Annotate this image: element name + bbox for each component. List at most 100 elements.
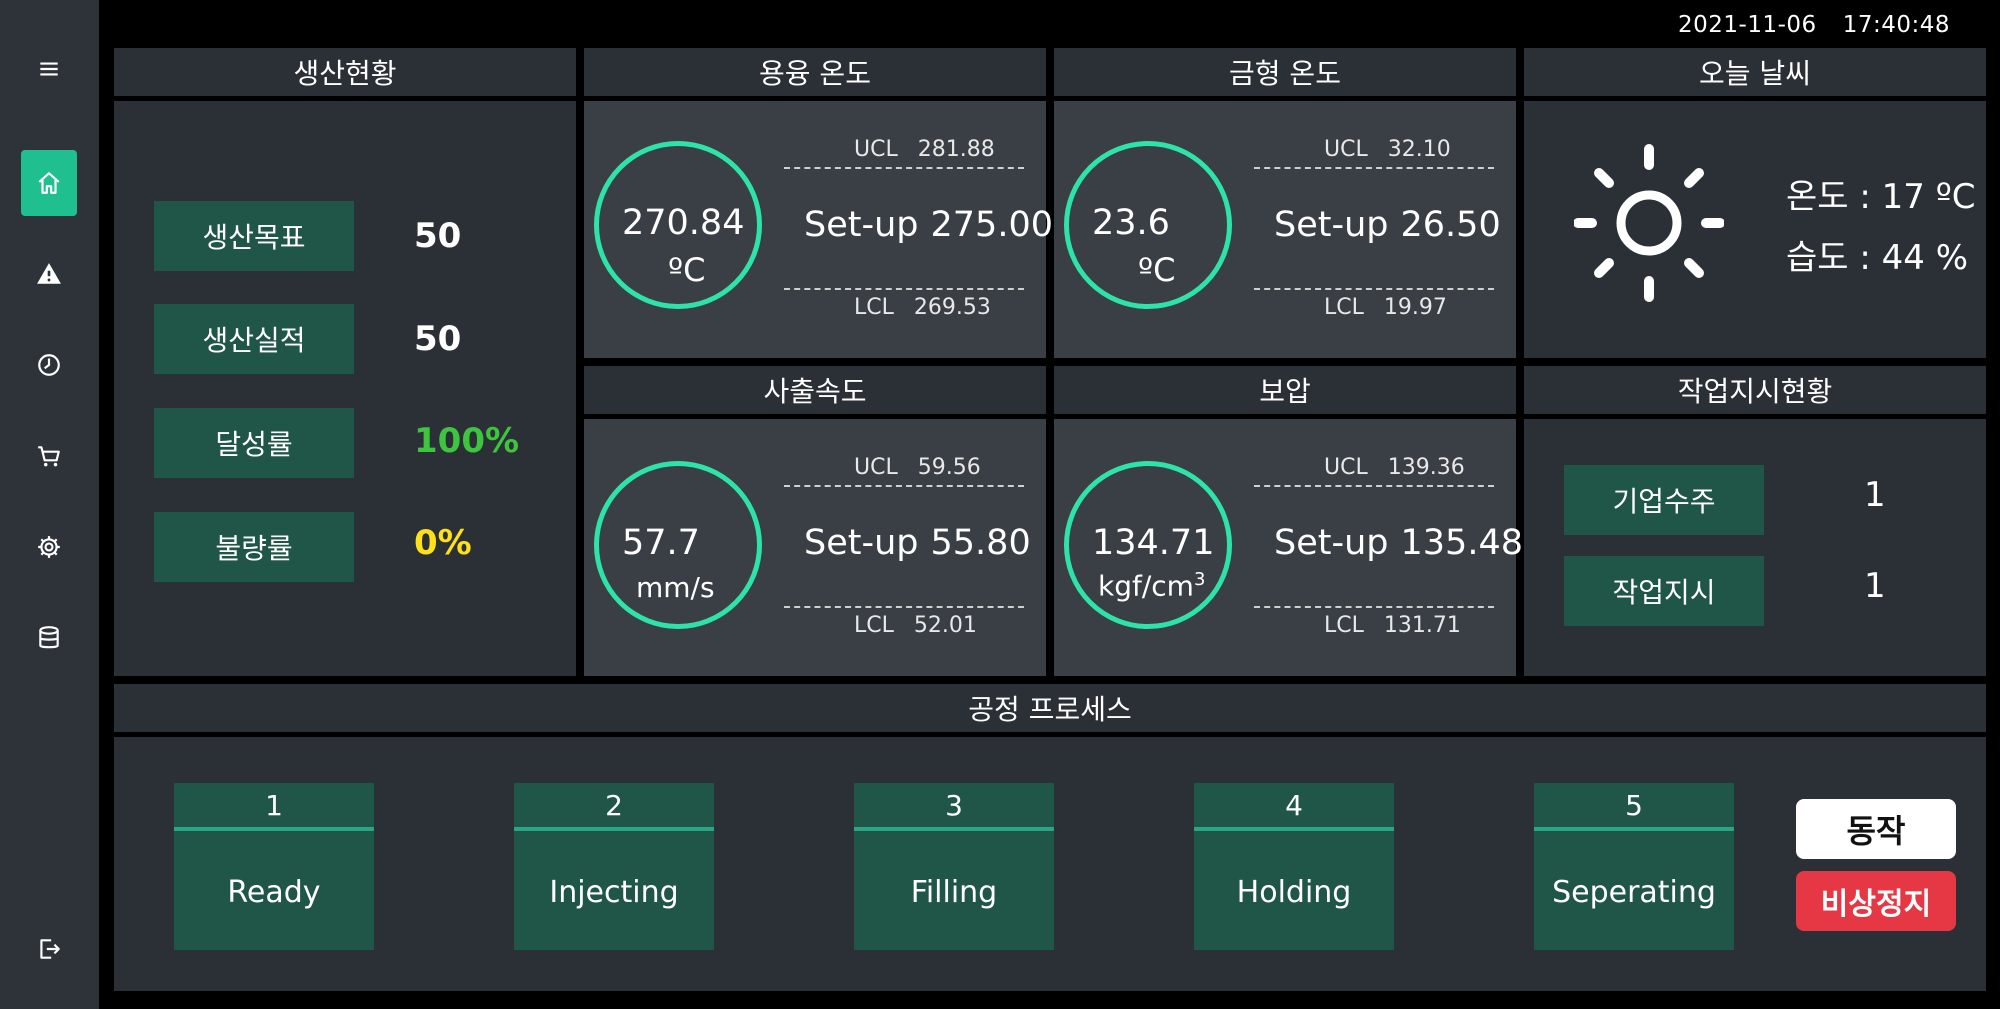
step-number: 2: [514, 783, 714, 831]
ucl-value: 59.56: [917, 455, 981, 480]
setup-value: 135.48: [1400, 523, 1523, 563]
menu-button[interactable]: [21, 36, 77, 102]
logout-icon: [40, 939, 60, 959]
step-number: 3: [854, 783, 1054, 831]
ucl-value: 32.10: [1387, 137, 1451, 162]
setup-label: Set-up: [1274, 205, 1389, 245]
setup-value: 275.00: [930, 205, 1053, 245]
nav-history[interactable]: [21, 332, 77, 398]
datetime: 2021-11-06 17:40:48: [1678, 12, 1950, 38]
logout-button[interactable]: [21, 916, 77, 982]
injection-speed-lcl: LCL 52.01: [854, 613, 977, 638]
mold-temp-panel: 23.6 ºC UCL 32.10 Set-up 26.50 LCL 19.97: [1054, 101, 1516, 358]
lcl-label: LCL: [1324, 613, 1364, 638]
process-title: 공정 프로세스: [114, 684, 1986, 732]
database-icon: [39, 626, 59, 649]
nav-settings[interactable]: [21, 514, 77, 580]
injection-speed-panel: 57.7 mm/s UCL 59.56 Set-up 55.80 LCL 52.01: [584, 419, 1046, 676]
ucl-value: 281.88: [917, 137, 995, 162]
holding-pressure-ucl: UCL 139.36: [1324, 455, 1465, 480]
production-panel: 생산목표 50 생산실적 50 달성률 100% 불량률 0%: [114, 101, 576, 676]
step-number: 1: [174, 783, 374, 831]
ucl-divider: [784, 167, 1024, 169]
unit-base: kgf/cm: [1098, 569, 1194, 603]
actual-value: 50: [414, 319, 462, 359]
run-button[interactable]: 동작: [1796, 799, 1956, 859]
melt-temp-lcl: LCL 269.53: [854, 295, 991, 320]
lcl-label: LCL: [854, 295, 894, 320]
holding-pressure-unit: kgf/cm3: [1098, 569, 1205, 602]
sidebar: [0, 0, 99, 1009]
step-label: Seperating: [1552, 875, 1716, 910]
lcl-value: 131.71: [1383, 613, 1461, 638]
cart-icon: [38, 446, 60, 467]
mold-temp-unit: ºC: [1138, 251, 1176, 289]
actual-label: 생산실적: [154, 304, 354, 374]
nav-home[interactable]: [21, 150, 77, 216]
weather-temperature: 온도 : 17 ºC: [1786, 177, 1976, 217]
nav-alerts[interactable]: [21, 241, 77, 307]
ucl-divider: [1254, 485, 1494, 487]
mold-temp-lcl: LCL 19.97: [1324, 295, 1447, 320]
injection-speed-value: 57.7: [622, 523, 700, 563]
ucl-label: UCL: [1324, 455, 1368, 480]
step-label: Injecting: [549, 875, 679, 910]
lcl-value: 52.01: [913, 613, 977, 638]
holding-pressure-title: 보압: [1054, 366, 1516, 414]
clock-icon: [38, 354, 60, 376]
lcl-value: 19.97: [1383, 295, 1447, 320]
mold-temp-value: 23.6: [1092, 203, 1170, 243]
lcl-divider: [784, 288, 1024, 290]
work-orders-panel: 기업수주 1 작업지시 1: [1524, 419, 1986, 676]
sun-icon: [1574, 144, 1724, 302]
setup-label: Set-up: [1274, 523, 1389, 563]
process-step-seperating: 5 Seperating: [1534, 783, 1734, 950]
date-text: 2021-11-06: [1678, 12, 1817, 38]
home-icon: [38, 172, 60, 194]
instructions-label: 작업지시: [1564, 556, 1764, 626]
process-step-holding: 4 Holding: [1194, 783, 1394, 950]
holding-pressure-lcl: LCL 131.71: [1324, 613, 1461, 638]
step-number: 4: [1194, 783, 1394, 831]
step-label: Ready: [227, 875, 321, 910]
nav-database[interactable]: [21, 605, 77, 671]
weather-title: 오늘 날씨: [1524, 48, 1986, 96]
melt-temp-title: 용융 온도: [584, 48, 1046, 96]
setup-value: 55.80: [930, 523, 1031, 563]
injection-speed-setup: Set-up 55.80: [804, 523, 1031, 563]
menu-icon: [40, 62, 58, 76]
setup-label: Set-up: [804, 523, 919, 563]
lcl-divider: [784, 606, 1024, 608]
setup-value: 26.50: [1400, 205, 1501, 245]
target-value: 50: [414, 216, 462, 256]
ucl-divider: [784, 485, 1024, 487]
lcl-divider: [1254, 606, 1494, 608]
injection-speed-ucl: UCL 59.56: [854, 455, 981, 480]
ucl-value: 139.36: [1387, 455, 1465, 480]
holding-pressure-value: 134.71: [1092, 523, 1215, 563]
alert-icon: [37, 263, 61, 284]
weather-panel: 온도 : 17 ºC 습도 : 44 %: [1524, 101, 1986, 358]
process-step-ready: 1 Ready: [174, 783, 374, 950]
step-label: Filling: [910, 875, 998, 910]
process-step-injecting: 2 Injecting: [514, 783, 714, 950]
mold-temp-setup: Set-up 26.50: [1274, 205, 1501, 245]
defect-label: 불량률: [154, 512, 354, 582]
defect-value: 0%: [414, 523, 472, 563]
achievement-label: 달성률: [154, 408, 354, 478]
gear-icon: [38, 536, 60, 558]
setup-label: Set-up: [804, 205, 919, 245]
process-step-filling: 3 Filling: [854, 783, 1054, 950]
mold-temp-title: 금형 온도: [1054, 48, 1516, 96]
lcl-label: LCL: [1324, 295, 1364, 320]
nav-cart[interactable]: [21, 423, 77, 489]
injection-speed-unit: mm/s: [636, 571, 715, 604]
melt-temp-value: 270.84: [622, 203, 745, 243]
emergency-stop-button[interactable]: 비상정지: [1796, 871, 1956, 931]
melt-temp-setup: Set-up 275.00: [804, 205, 1053, 245]
melt-temp-unit: ºC: [668, 251, 706, 289]
injection-speed-title: 사출속도: [584, 366, 1046, 414]
holding-pressure-panel: 134.71 kgf/cm3 UCL 139.36 Set-up 135.48 LC…: [1054, 419, 1523, 676]
weather-humidity: 습도 : 44 %: [1786, 238, 1969, 278]
orders-value: 1: [1864, 475, 1886, 515]
